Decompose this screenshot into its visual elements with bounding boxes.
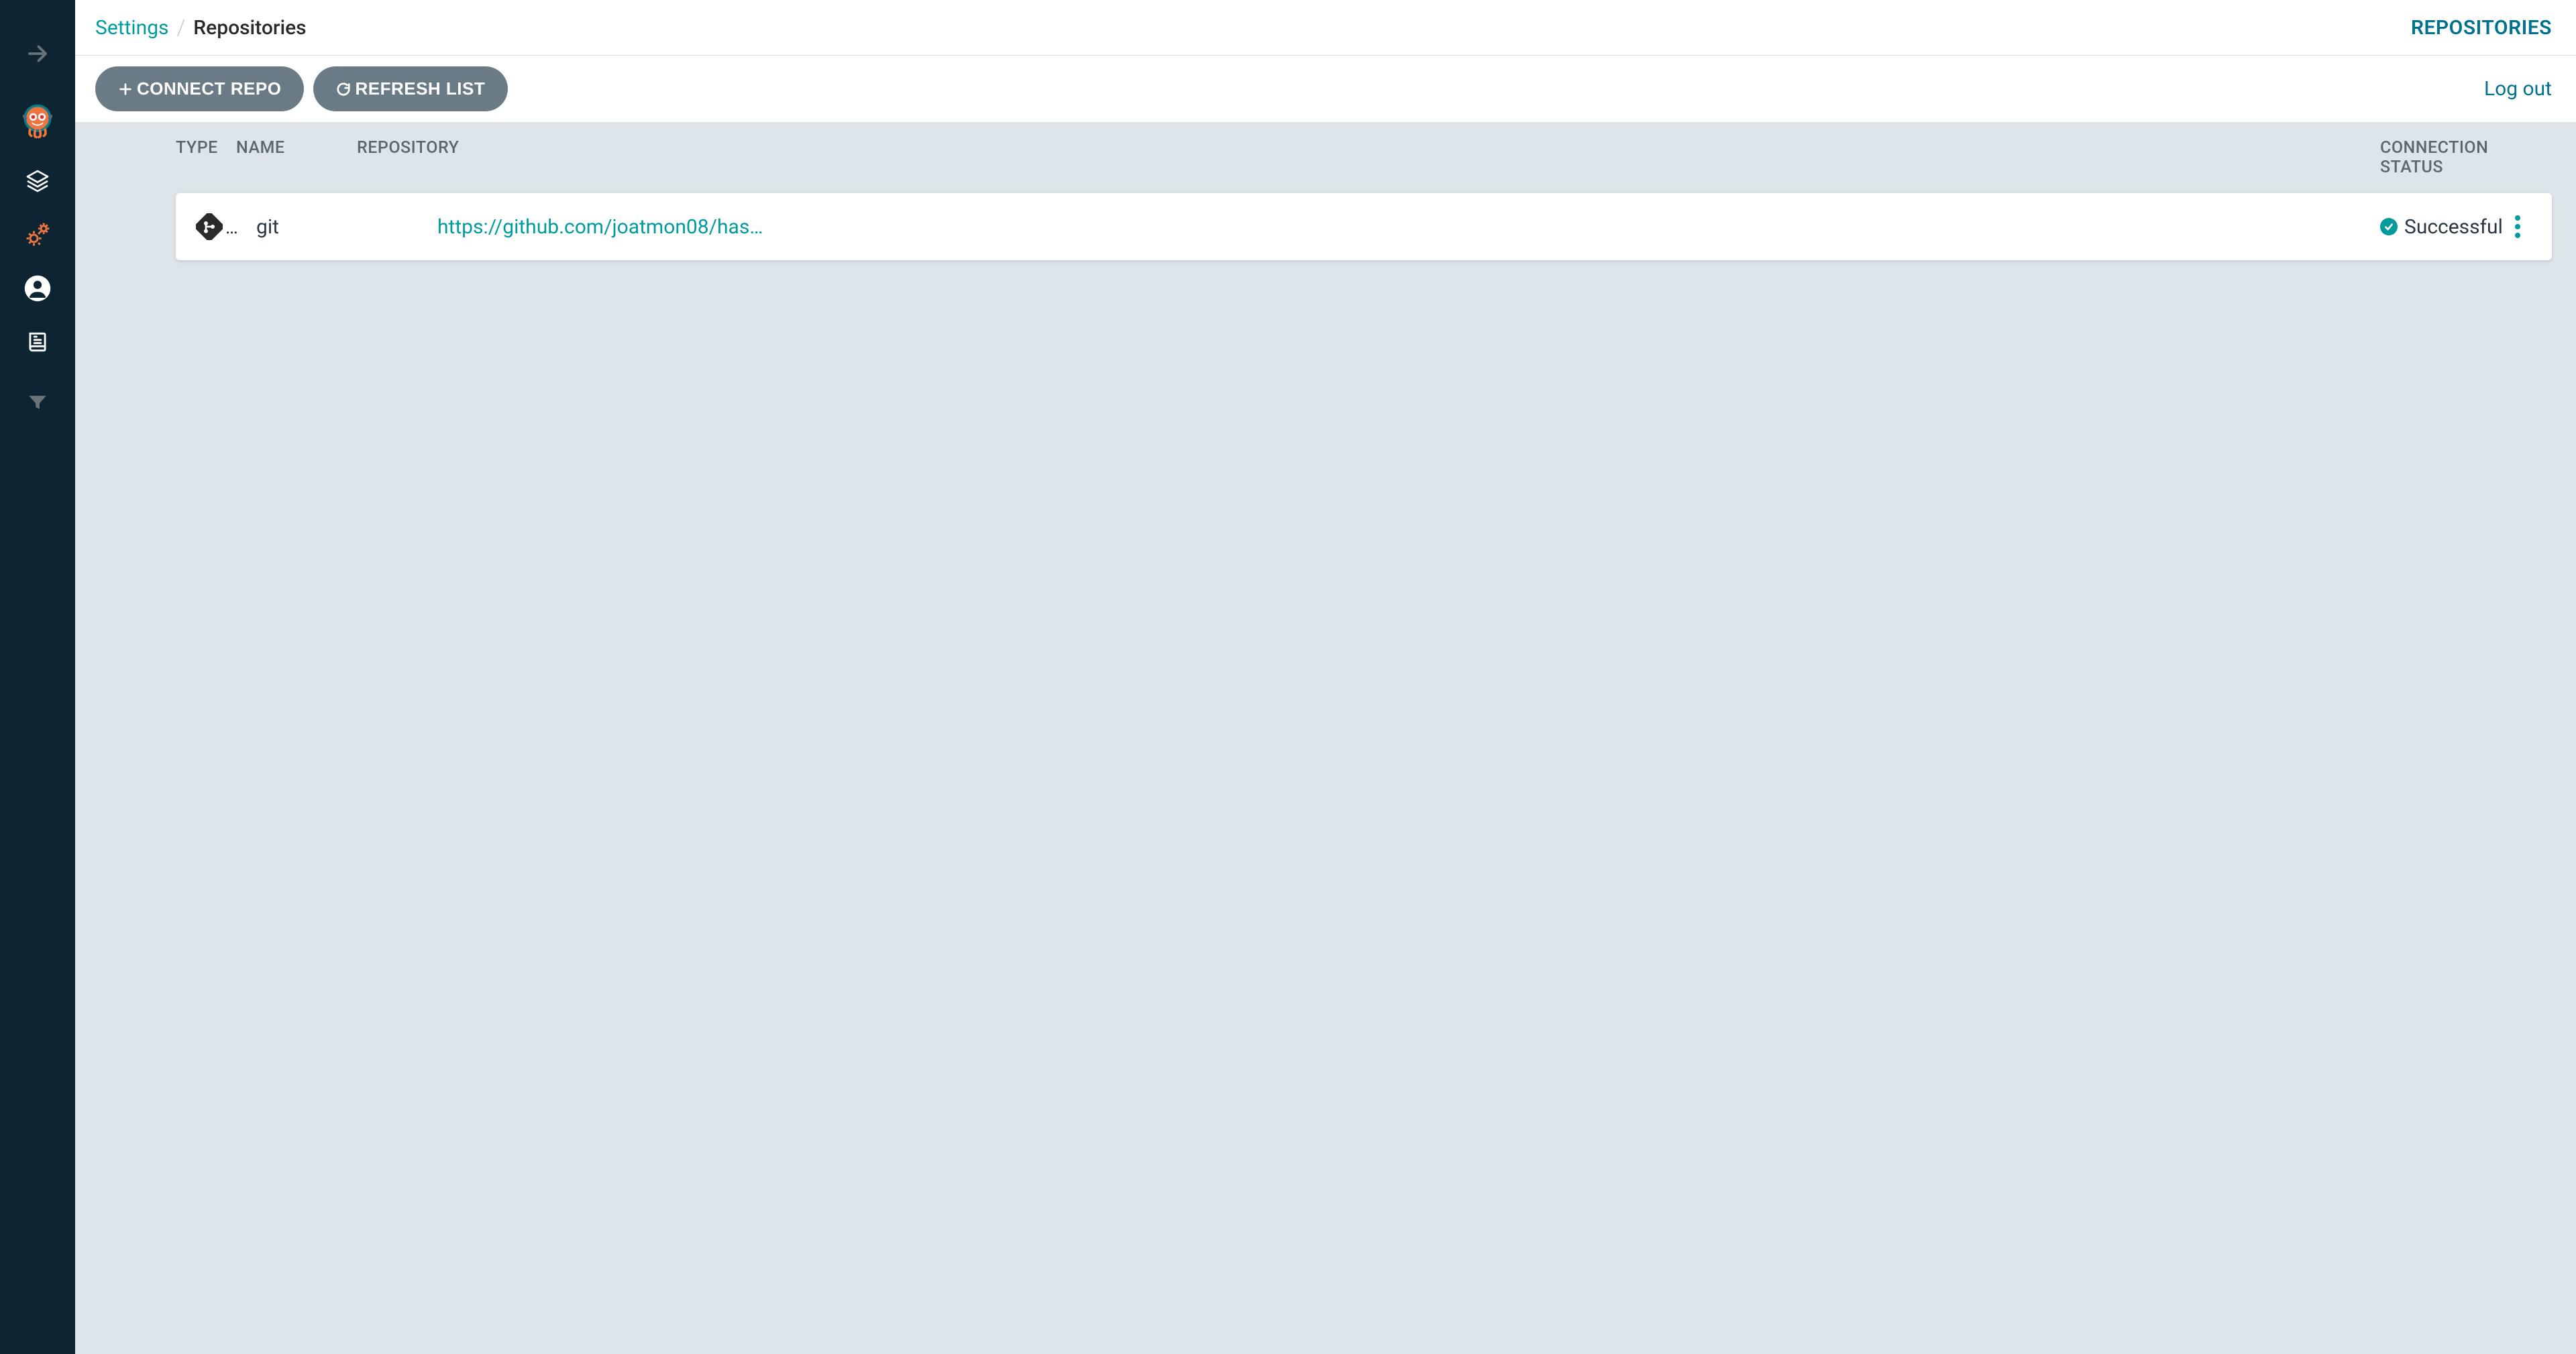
breadcrumb-settings-link[interactable]: Settings	[95, 16, 169, 40]
plus-icon	[118, 82, 133, 97]
breadcrumb-separator: /	[177, 15, 186, 40]
refresh-list-button[interactable]: REFRESH LIST	[313, 66, 508, 111]
expand-sidebar-button[interactable]	[17, 34, 58, 74]
argo-octopus-icon	[17, 95, 58, 147]
col-header-name: NAME	[236, 138, 357, 158]
argo-logo[interactable]	[17, 101, 58, 141]
col-header-type: TYPE	[176, 138, 236, 158]
breadcrumb: Settings / Repositories	[95, 15, 307, 40]
table-row[interactable]: … git https://github.com/joatmon08/has… …	[176, 193, 2552, 260]
sidebar-item-applications[interactable]	[17, 161, 58, 201]
content-area: TYPE NAME REPOSITORY CONNECTION STATUS ……	[75, 122, 2576, 1354]
col-header-status: CONNECTION STATUS	[2380, 138, 2528, 177]
main-content: Settings / Repositories REPOSITORIES CON…	[75, 0, 2576, 1354]
dots-vertical-icon	[2515, 215, 2520, 238]
row-type-ellipsis: …	[225, 216, 238, 238]
user-circle-icon	[23, 274, 52, 302]
connect-repo-label: CONNECT REPO	[137, 78, 281, 99]
git-icon	[196, 213, 223, 240]
status-success-icon	[2380, 218, 2398, 235]
connect-repo-button[interactable]: CONNECT REPO	[95, 66, 304, 111]
layers-icon	[24, 168, 51, 194]
refresh-list-label: REFRESH LIST	[355, 78, 485, 99]
logout-link[interactable]: Log out	[2484, 77, 2552, 101]
topbar: Settings / Repositories REPOSITORIES	[75, 0, 2576, 56]
row-repository-link[interactable]: https://github.com/joatmon08/has…	[437, 215, 2380, 239]
gears-icon	[23, 220, 52, 249]
arrow-right-icon	[25, 42, 50, 66]
breadcrumb-current: Repositories	[193, 16, 306, 40]
book-icon	[25, 329, 50, 355]
action-buttons: CONNECT REPO REFRESH LIST	[95, 66, 508, 111]
row-status: Successful	[2380, 215, 2508, 239]
filter-icon	[26, 391, 49, 414]
sidebar	[0, 0, 75, 1354]
action-row: CONNECT REPO REFRESH LIST Log out	[75, 56, 2576, 122]
sidebar-item-user[interactable]	[17, 268, 58, 308]
sidebar-item-docs[interactable]	[17, 322, 58, 362]
row-actions-menu[interactable]	[2508, 215, 2528, 238]
refresh-icon	[336, 82, 351, 97]
sidebar-item-settings[interactable]	[17, 215, 58, 255]
table-header: TYPE NAME REPOSITORY CONNECTION STATUS	[95, 122, 2552, 193]
col-header-repository: REPOSITORY	[357, 138, 2380, 158]
page-title: REPOSITORIES	[2411, 16, 2552, 40]
row-status-text: Successful	[2404, 215, 2503, 239]
sidebar-item-filter[interactable]	[17, 382, 58, 422]
row-type: …	[196, 213, 256, 240]
row-name: git	[256, 215, 437, 239]
breadcrumb-row: Settings / Repositories REPOSITORIES	[75, 0, 2576, 55]
